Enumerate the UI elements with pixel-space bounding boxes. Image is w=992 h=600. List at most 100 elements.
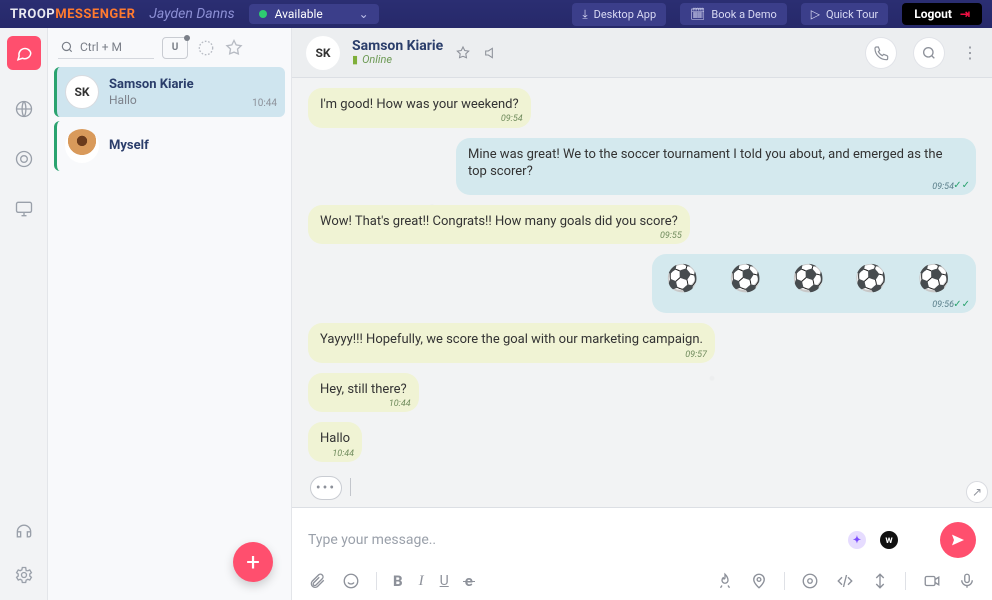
collapse-icon[interactable]	[871, 572, 889, 590]
message-time: 09:57	[685, 349, 707, 361]
nav-target[interactable]	[13, 148, 35, 170]
scroll-latest-button[interactable]: ↗	[966, 481, 988, 503]
chat-status: ▮ Online	[352, 54, 443, 67]
code-icon[interactable]	[835, 572, 855, 590]
send-button[interactable]	[940, 522, 976, 558]
logo-part1: TROOP	[10, 7, 55, 22]
call-button[interactable]	[866, 38, 896, 68]
filter-dashed-icon[interactable]	[196, 38, 216, 58]
italic-icon[interactable]: I	[419, 573, 424, 590]
desktop-app-label: Desktop App	[594, 8, 657, 21]
message-row: Hallo 10:44	[308, 422, 976, 462]
mute-speaker-icon[interactable]	[483, 45, 499, 61]
composer: ✦ w B I U e	[292, 507, 992, 600]
message-time: 10:44	[332, 448, 354, 460]
chevron-down-icon: ⌄	[359, 7, 369, 21]
read-ticks-icon: ✓✓	[953, 298, 970, 312]
status-label: Available	[275, 7, 323, 21]
messages-scroll[interactable]: I'm good! How was your weekend?09:54Mine…	[292, 78, 992, 507]
new-chat-fab[interactable]: +	[233, 542, 273, 582]
contact-avatar	[65, 129, 99, 163]
w-chip-icon[interactable]: w	[880, 531, 898, 549]
unread-toggle[interactable]: U	[162, 37, 188, 59]
underline-icon[interactable]: U	[440, 573, 449, 589]
chat-search-button[interactable]	[914, 38, 944, 68]
message-input[interactable]	[308, 532, 834, 548]
chat-avatar: SK	[306, 36, 340, 70]
message-row: Yayyy!!! Hopefully, we score the goal wi…	[308, 323, 976, 363]
calendar-icon: 🗓	[690, 7, 705, 21]
contact-avatar: SK	[65, 75, 99, 109]
contact-item[interactable]: SK Samson KiarieHallo 10:44	[54, 67, 285, 117]
search-placeholder: Ctrl + M	[80, 40, 122, 54]
message-in[interactable]: Hey, still there?10:44	[308, 373, 419, 413]
logout-label: Logout	[914, 7, 952, 21]
message-row: Wow! That's great!! Congrats!! How many …	[308, 205, 976, 245]
emoji-icon[interactable]	[342, 572, 360, 590]
video-record-icon[interactable]	[922, 572, 942, 590]
record-circle-icon[interactable]	[801, 572, 819, 590]
contact-name: Samson Kiarie	[109, 77, 242, 93]
desktop-app-button[interactable]: ⤓ Desktop App	[572, 3, 666, 26]
current-user-name: Jayden Danns	[149, 6, 234, 22]
message-row: Mine was great! We to the soccer tournam…	[308, 138, 976, 195]
nav-headset[interactable]	[13, 520, 35, 542]
message-out[interactable]: Mine was great! We to the soccer tournam…	[456, 138, 976, 195]
star-icon[interactable]	[224, 38, 244, 58]
strike-icon[interactable]: e	[465, 572, 473, 590]
message-row: I'm good! How was your weekend?09:54	[308, 88, 976, 128]
favorite-star-icon[interactable]	[455, 45, 471, 61]
book-demo-label: Book a Demo	[711, 8, 776, 21]
nav-chats[interactable]	[7, 36, 41, 70]
message-time: 09:54	[932, 181, 954, 193]
message-text: Wow! That's great!! Congrats!! How many …	[320, 214, 678, 229]
location-pin-icon[interactable]	[750, 572, 768, 590]
contact-item[interactable]: Myself	[54, 121, 285, 171]
message-in[interactable]: Hallo 10:44	[308, 422, 362, 462]
message-text: I'm good! How was your weekend?	[320, 97, 519, 112]
quick-tour-button[interactable]: ▷ Quick Tour	[801, 3, 888, 25]
search-input[interactable]: Ctrl + M	[58, 36, 154, 59]
message-time: 09:56	[932, 299, 954, 311]
status-dropdown[interactable]: Available ⌄	[249, 4, 379, 24]
message-in[interactable]: I'm good! How was your weekend?09:54	[308, 88, 531, 128]
chat-pane: SK Samson Kiarie ▮ Online	[292, 28, 992, 600]
logo-part2: MESSENGER	[55, 7, 135, 22]
message-text: Hey, still there?	[320, 382, 407, 397]
message-time: 10:44	[389, 398, 411, 410]
nav-globe[interactable]	[13, 98, 35, 120]
read-ticks-icon: ✓✓	[953, 179, 970, 193]
top-bar: TROOPMESSENGER Jayden Danns Available ⌄ …	[0, 0, 992, 28]
sparkle-chip-icon[interactable]: ✦	[848, 531, 866, 549]
microphone-icon[interactable]	[958, 572, 976, 590]
more-messages-button[interactable]: •••	[310, 476, 342, 500]
nav-rail	[0, 28, 48, 600]
play-icon: ▷	[811, 7, 820, 21]
message-out[interactable]: ⚽ ⚽ ⚽ ⚽ ⚽09:56✓✓	[652, 254, 976, 313]
chat-status-text: Online	[362, 54, 392, 67]
nav-monitor[interactable]	[13, 198, 35, 220]
nav-settings[interactable]	[13, 564, 35, 586]
chat-title: Samson Kiarie	[352, 38, 443, 54]
message-in[interactable]: Yayyy!!! Hopefully, we score the goal wi…	[308, 323, 715, 363]
android-icon: ▮	[352, 54, 358, 67]
search-icon	[60, 40, 74, 54]
attach-icon[interactable]	[308, 572, 326, 590]
message-row: Hey, still there?10:44	[308, 373, 976, 413]
message-time: 09:54	[501, 113, 523, 125]
book-demo-button[interactable]: 🗓 Book a Demo	[680, 3, 787, 25]
burn-icon[interactable]	[716, 572, 734, 590]
bold-icon[interactable]: B	[393, 572, 403, 590]
logout-button[interactable]: Logout ⇥	[902, 3, 982, 25]
message-text: Yayyy!!! Hopefully, we score the goal wi…	[320, 332, 703, 347]
contact-preview: Hallo	[109, 93, 242, 107]
message-text: Hallo	[320, 431, 350, 446]
more-menu-icon[interactable]: ⋮	[962, 43, 978, 62]
status-dot-icon	[259, 10, 267, 18]
logout-icon: ⇥	[960, 7, 970, 21]
message-row: ⚽ ⚽ ⚽ ⚽ ⚽09:56✓✓	[308, 254, 976, 313]
contact-time: 10:44	[252, 98, 277, 109]
message-time: 09:55	[660, 230, 682, 242]
message-in[interactable]: Wow! That's great!! Congrats!! How many …	[308, 205, 690, 245]
download-icon: ⤓	[582, 7, 587, 22]
